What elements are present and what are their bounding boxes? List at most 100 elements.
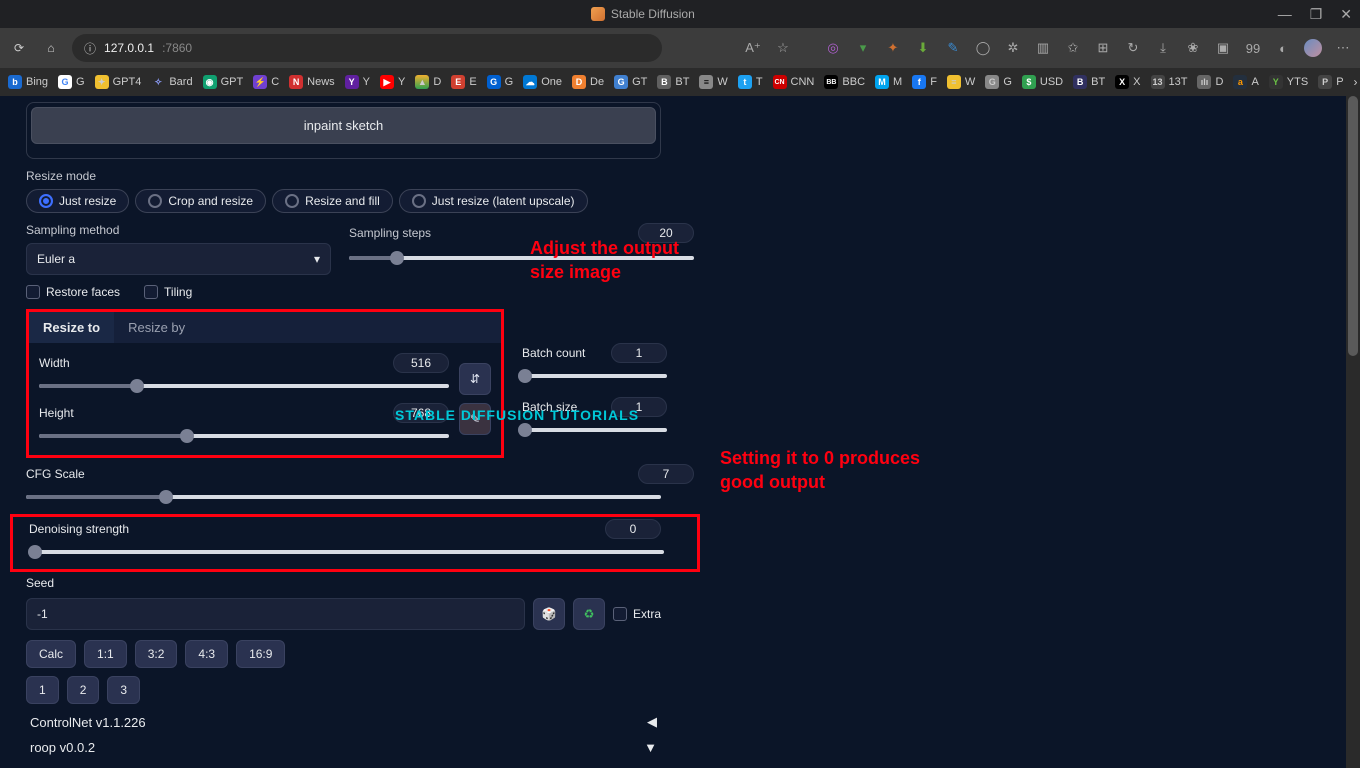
denoise-value[interactable]: 0 [605, 519, 661, 539]
ext-icon-5[interactable]: ✎ [944, 39, 962, 57]
bookmark-m[interactable]: MM [875, 75, 902, 89]
bookmark-x[interactable]: XX [1115, 75, 1140, 89]
num-1[interactable]: 1 [26, 676, 59, 704]
width-slider[interactable] [39, 377, 449, 395]
bookmark-d2[interactable]: ılıD [1197, 75, 1223, 89]
bookmark-d[interactable]: ▲D [415, 75, 441, 89]
tiling-checkbox[interactable]: Tiling [144, 285, 192, 299]
favorites-icon[interactable]: ✩ [1064, 39, 1082, 57]
bookmark-one[interactable]: ☁One [523, 75, 562, 89]
downloads-icon[interactable]: ⤓ [1154, 39, 1172, 57]
history-icon[interactable]: ↻ [1124, 39, 1142, 57]
bookmark-p[interactable]: PP [1318, 75, 1343, 89]
inpaint-sketch-button[interactable]: inpaint sketch [31, 107, 656, 144]
radio-latent-upscale[interactable]: Just resize (latent upscale) [399, 189, 588, 213]
bookmark-y1[interactable]: YY [345, 75, 370, 89]
close-button[interactable]: ✕ [1340, 6, 1352, 23]
menu-icon[interactable]: ⋯ [1334, 39, 1352, 57]
ext-icon-6[interactable]: ◯ [974, 39, 992, 57]
bookmarks-overflow[interactable]: › [1354, 75, 1358, 89]
extensions-icon[interactable]: ✲ [1004, 39, 1022, 57]
address-bar[interactable]: ⓘ 127.0.0.1:7860 [72, 34, 662, 62]
home-button[interactable]: ⌂ [40, 37, 62, 59]
collections-icon[interactable]: ⊞ [1094, 39, 1112, 57]
num-2[interactable]: 2 [67, 676, 100, 704]
bookmark-c[interactable]: ⚡C [253, 75, 279, 89]
ratio-4-3[interactable]: 4:3 [185, 640, 228, 668]
refresh-button[interactable]: ⟳ [8, 37, 30, 59]
vertical-scrollbar[interactable] [1346, 96, 1360, 768]
batch-count-slider[interactable] [522, 367, 667, 385]
ext-icon-1[interactable]: ◎ [824, 39, 842, 57]
accordion-roop[interactable]: roop v0.0.2▼ [26, 740, 661, 765]
bookmark-cnn[interactable]: CNCNN [773, 75, 815, 89]
width-value[interactable]: 516 [393, 353, 449, 373]
read-aloud-icon[interactable]: A⁺ [744, 39, 762, 57]
ratio-16-9[interactable]: 16:9 [236, 640, 285, 668]
seed-random-button[interactable]: 🎲 [533, 598, 565, 630]
bookmark-gpt[interactable]: ◉GPT [203, 75, 244, 89]
num-3[interactable]: 3 [107, 676, 140, 704]
bookmark-usd[interactable]: $USD [1022, 75, 1063, 89]
seed-input[interactable] [26, 598, 525, 630]
bookmark-t[interactable]: tT [738, 75, 763, 89]
bookmark-w[interactable]: ≡W [699, 75, 727, 89]
bookmark-gpt4[interactable]: ✦GPT4 [95, 75, 142, 89]
maximize-button[interactable]: ❐ [1310, 6, 1323, 23]
batch-size-slider[interactable] [522, 421, 667, 439]
extra-checkbox[interactable]: Extra [613, 607, 661, 621]
swap-dims-button[interactable]: ⇵ [459, 363, 491, 395]
profile-avatar[interactable] [1304, 39, 1322, 57]
ext-icon-10[interactable]: ◐ [1274, 39, 1292, 57]
tab-resize-to[interactable]: Resize to [29, 312, 114, 343]
batch-count-value[interactable]: 1 [611, 343, 667, 363]
sampling-method-select[interactable]: Euler a ▾ [26, 243, 331, 275]
resize-mode-group: Just resize Crop and resize Resize and f… [26, 189, 694, 213]
ext-icon-9[interactable]: 99 [1244, 39, 1262, 57]
ext-icon-3[interactable]: ✦ [884, 39, 902, 57]
bookmark-google[interactable]: GG [58, 75, 85, 89]
radio-resize-fill[interactable]: Resize and fill [272, 189, 393, 213]
bookmark-e[interactable]: EE [451, 75, 476, 89]
bookmark-gt[interactable]: GGT [614, 75, 647, 89]
bookmark-f[interactable]: fF [912, 75, 937, 89]
favorite-icon[interactable]: ☆ [774, 39, 792, 57]
bookmarks-bar: bBing GG ✦GPT4 ✧Bard ◉GPT ⚡C NNews YY ▶Y… [0, 68, 1360, 96]
ext-icon-7[interactable]: ❀ [1184, 39, 1202, 57]
bookmark-bing[interactable]: bBing [8, 75, 48, 89]
ext-icon-8[interactable]: ▣ [1214, 39, 1232, 57]
url-host: 127.0.0.1 [104, 41, 154, 55]
bookmark-y2[interactable]: ▶Y [380, 75, 405, 89]
bookmark-g2[interactable]: GG [487, 75, 514, 89]
seed-recycle-button[interactable]: ♻ [573, 598, 605, 630]
bookmark-bt2[interactable]: BBT [1073, 75, 1105, 89]
accordion-controlnet[interactable]: ControlNet v1.1.226◀ [26, 704, 661, 740]
bookmark-de[interactable]: DDe [572, 75, 604, 89]
annotation-denoise: Setting it to 0 producesgood output [720, 446, 920, 495]
ratio-1-1[interactable]: 1:1 [84, 640, 127, 668]
radio-crop-resize[interactable]: Crop and resize [135, 189, 266, 213]
bookmark-g3[interactable]: GG [985, 75, 1012, 89]
restore-faces-checkbox[interactable]: Restore faces [26, 285, 120, 299]
denoise-slider[interactable] [29, 543, 664, 561]
ext-icon-2[interactable]: ▾ [854, 39, 872, 57]
bookmark-a[interactable]: aA [1233, 75, 1258, 89]
height-slider[interactable] [39, 427, 449, 445]
radio-just-resize[interactable]: Just resize [26, 189, 129, 213]
minimize-button[interactable]: — [1278, 6, 1292, 23]
cfg-value[interactable]: 7 [638, 464, 694, 484]
tab-resize-by[interactable]: Resize by [114, 312, 199, 343]
ratio-3-2[interactable]: 3:2 [135, 640, 178, 668]
split-icon[interactable]: ▥ [1034, 39, 1052, 57]
bookmark-13t[interactable]: 1313T [1151, 75, 1188, 89]
ext-icon-4[interactable]: ⬇ [914, 39, 932, 57]
bookmark-yts[interactable]: YYTS [1269, 75, 1308, 89]
bookmark-bt[interactable]: BBT [657, 75, 689, 89]
cfg-slider[interactable] [26, 488, 661, 506]
bookmark-w2[interactable]: ≡W [947, 75, 975, 89]
bookmark-news[interactable]: NNews [289, 75, 335, 89]
bookmark-bard[interactable]: ✧Bard [151, 75, 192, 89]
sampling-method-label: Sampling method [26, 223, 331, 237]
bookmark-bbc[interactable]: BBBBC [824, 75, 865, 89]
calc-button[interactable]: Calc [26, 640, 76, 668]
